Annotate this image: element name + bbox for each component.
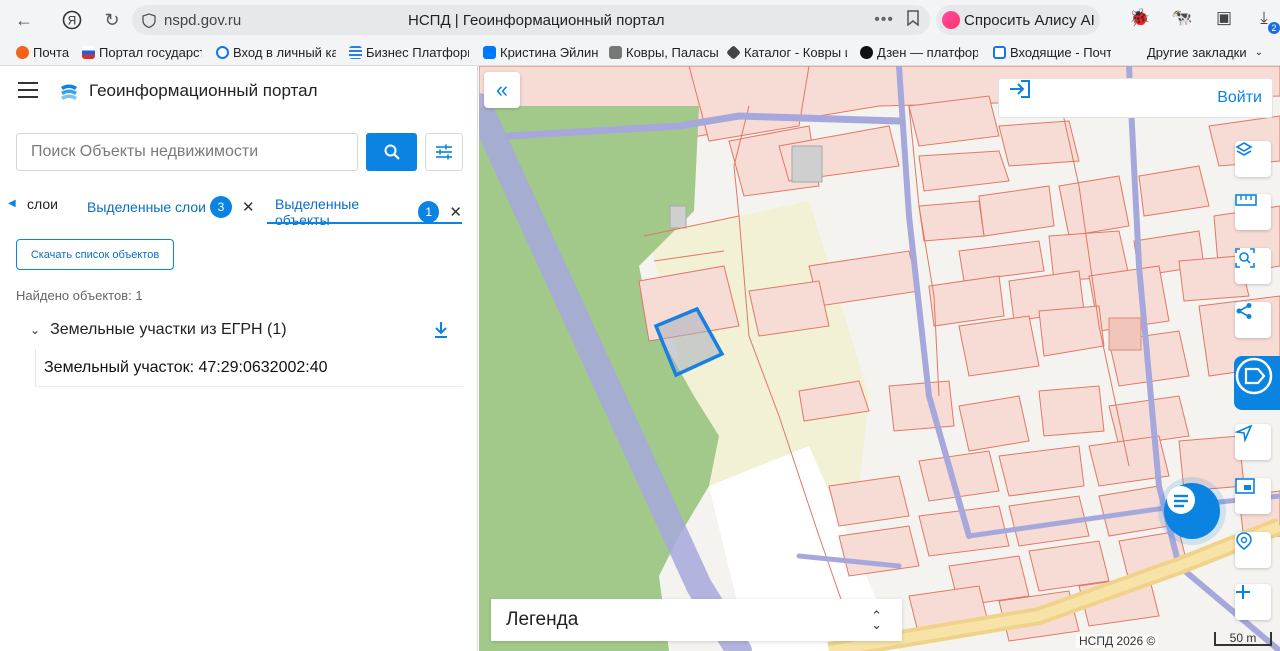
extension-icon[interactable]: 🐞 xyxy=(1128,8,1152,32)
map-canvas[interactable] xyxy=(479,66,1280,651)
bookmark-item[interactable]: Кристина Эйлин xyxy=(483,45,603,60)
other-bookmarks[interactable]: Другие закладки ⌄ xyxy=(1147,45,1263,60)
yandex-icon[interactable]: Я xyxy=(54,2,90,38)
bookmark-item[interactable]: Дзен — платформ xyxy=(860,45,978,60)
reload-icon[interactable]: ↻ xyxy=(94,2,130,38)
group-title: Земельные участки из ЕГРН (1) xyxy=(50,321,287,338)
svg-text:Я: Я xyxy=(68,14,77,28)
bookmark-item[interactable]: Портал государст xyxy=(82,45,202,60)
bookmark-item[interactable]: Вход в личный ка xyxy=(216,45,336,60)
search-point-button[interactable] xyxy=(1235,532,1271,568)
bookmark-icon[interactable] xyxy=(906,10,920,30)
chevron-down-icon: ⌄ xyxy=(1254,47,1263,58)
tab-selected-layers[interactable]: Выделенные слои 3 ✕ xyxy=(87,196,255,218)
app-title: Геоинформационный портал xyxy=(89,81,318,100)
alice-label: Спросить Алису AI xyxy=(964,11,1095,29)
login-label: Войти xyxy=(1217,89,1262,106)
measure-button[interactable] xyxy=(1235,194,1271,230)
found-count: Найдено объектов: 1 xyxy=(16,288,143,303)
legend-label: Легенда xyxy=(506,609,579,630)
active-tab-indicator xyxy=(267,222,462,224)
emblem-icon xyxy=(216,46,229,59)
location-search-icon xyxy=(1236,532,1252,550)
share-button[interactable] xyxy=(1235,302,1271,338)
inbox-icon xyxy=(993,46,1006,59)
map-view[interactable]: « Войти Легенда ⌃ ⌄ НСПД 2026 © 50 m xyxy=(479,66,1280,651)
nspd-service-button[interactable] xyxy=(1234,356,1280,410)
locate-button[interactable] xyxy=(1235,424,1271,460)
plus-icon xyxy=(1236,585,1250,599)
chevron-down-icon: ⌄ xyxy=(30,323,41,337)
area-select-button[interactable] xyxy=(1235,248,1271,284)
screen-icon xyxy=(1235,478,1255,494)
chat-button[interactable] xyxy=(1164,483,1220,539)
login-button[interactable]: Войти xyxy=(998,78,1273,118)
address-bar[interactable]: nspd.gov.ru НСПД | Геоинформационный пор… xyxy=(132,5,930,35)
bookmarks-bar: Почта Портал государст Вход в личный ка … xyxy=(0,40,1280,66)
platform-icon xyxy=(349,46,362,59)
scale-bar: 50 m xyxy=(1214,632,1272,646)
legend-panel[interactable]: Легенда ⌃ ⌄ xyxy=(491,599,902,641)
area-search-icon xyxy=(1235,248,1255,268)
portal-logo-icon xyxy=(61,84,77,100)
sliders-icon xyxy=(436,144,452,160)
layers-button[interactable] xyxy=(1235,141,1271,177)
search-icon xyxy=(384,144,400,160)
flag-icon xyxy=(82,46,95,59)
tab-layers[interactable]: слои xyxy=(27,196,58,212)
chat-icon xyxy=(1167,486,1195,514)
scroll-left-icon[interactable]: ◀ xyxy=(8,198,16,209)
bookmark-item[interactable]: Бизнес Платформ xyxy=(349,45,469,60)
extension-icon[interactable]: 🐄 xyxy=(1170,8,1194,32)
share-icon xyxy=(1236,303,1252,319)
search-input[interactable] xyxy=(16,133,358,171)
carpet-icon xyxy=(609,46,622,59)
bookmark-item[interactable]: Входящие - Почта xyxy=(993,45,1111,60)
filter-button[interactable] xyxy=(425,133,463,171)
close-icon[interactable]: ✕ xyxy=(449,203,462,221)
downloads-badge: 2 xyxy=(1268,22,1280,34)
search-button[interactable] xyxy=(366,133,417,171)
page-title-text: НСПД | Геоинформационный портал xyxy=(408,11,665,29)
catalog-icon xyxy=(727,45,741,60)
tabs-bar: ◀ слои Выделенные слои 3 ✕ Выделенные об… xyxy=(0,188,462,228)
map-attribution: НСПД 2026 © xyxy=(1076,634,1159,648)
ask-alice-button[interactable]: Спросить Алису AI xyxy=(936,5,1100,35)
url-text: nspd.gov.ru xyxy=(164,11,242,29)
menu-icon[interactable] xyxy=(18,82,38,98)
close-icon[interactable]: ✕ xyxy=(242,198,255,216)
sidebar-panel: Геоинформационный портал ◀ слои Выделенн… xyxy=(0,66,478,651)
vk-icon xyxy=(483,46,496,59)
service-icon xyxy=(1235,357,1273,395)
tab-badge: 3 xyxy=(209,196,232,218)
bookmark-item[interactable]: Каталог - Ковры и xyxy=(727,45,847,60)
more-icon[interactable]: ••• xyxy=(874,11,894,29)
navigation-icon xyxy=(1235,424,1253,442)
tab-badge: 1 xyxy=(417,201,440,223)
print-button[interactable] xyxy=(1235,478,1271,514)
mail-icon xyxy=(16,46,29,59)
group-header[interactable]: ⌄ Земельные участки из ЕГРН (1) xyxy=(30,321,287,339)
collections-icon[interactable]: ▣ xyxy=(1212,8,1236,32)
layers-icon xyxy=(1235,142,1253,156)
browser-toolbar: ← Я ↻ nspd.gov.ru НСПД | Геоинформационн… xyxy=(0,0,1280,40)
item-label: Земельный участок: 47:29:0632002:40 xyxy=(44,359,328,376)
back-icon[interactable]: ← xyxy=(6,2,42,38)
zoom-in-button[interactable] xyxy=(1235,584,1271,620)
shield-icon xyxy=(142,13,156,28)
login-icon xyxy=(1010,80,1030,98)
downloads-icon[interactable]: ⤓ 2 xyxy=(1252,8,1280,34)
ruler-icon xyxy=(1235,194,1257,206)
bookmark-item[interactable]: Почта xyxy=(16,45,72,60)
list-item[interactable]: Земельный участок: 47:29:0632002:40 xyxy=(35,349,463,387)
bookmark-item[interactable]: Ковры, Паласы xyxy=(609,45,719,60)
download-list-button[interactable]: Скачать список объектов xyxy=(16,239,174,270)
collapse-panel-button[interactable]: « xyxy=(484,72,520,108)
download-icon[interactable] xyxy=(433,321,449,339)
alice-icon xyxy=(942,11,960,29)
dzen-icon xyxy=(860,46,873,59)
expand-icon: ⌃ ⌄ xyxy=(871,608,882,632)
